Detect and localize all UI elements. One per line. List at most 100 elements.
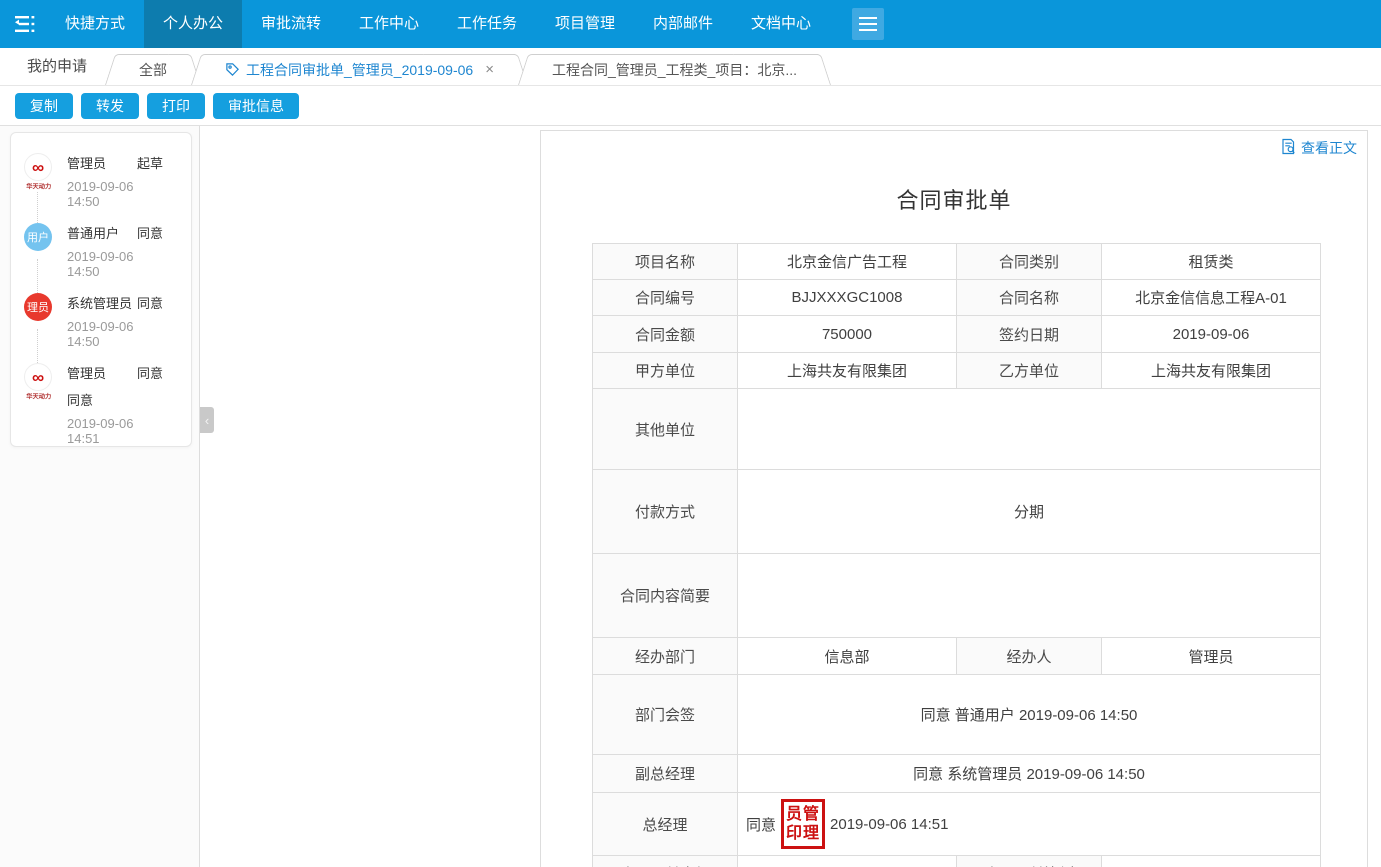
approval-action: 同意: [137, 223, 163, 242]
field-value: [738, 389, 1321, 470]
company-logo-text: 华天动力: [26, 182, 49, 191]
timeline-item: 用户普通用户同意 2019-09-06 14:50: [11, 217, 191, 287]
field-value: 300000: [738, 856, 957, 867]
timeline-item: 理员系统管理员同意2019-09-06 14:50: [11, 287, 191, 357]
approval-stamp: 员管印理: [781, 799, 825, 849]
field-value: 分期: [738, 470, 1321, 554]
field-value: 管理员: [1102, 638, 1321, 675]
open-tabs: 全部 工程合同审批单_管理员_2019-09-06 × 工程合同_管理员_工程类_项目…: [117, 54, 833, 85]
page-title: 我的申请: [27, 55, 87, 76]
table-row: 项目名称北京金信广告工程合同类别租赁类: [593, 244, 1321, 280]
table-row: 合同编号BJJXXXGC1008合同名称北京金信信息工程A-01: [593, 280, 1321, 316]
approval-signature: 同意员管印理2019-09-06 14:51: [746, 799, 1312, 849]
tab-all[interactable]: 全部: [117, 54, 189, 85]
field-label: 项目名称: [593, 244, 738, 280]
field-label: 乙方单位: [957, 353, 1102, 389]
approval-history-pane: ∞华天动力管理员起草2019-09-06 14:50用户普通用户同意2019-0…: [0, 126, 200, 867]
nav-item-internal-mail[interactable]: 内部邮件: [634, 0, 732, 48]
print-button[interactable]: 打印: [147, 93, 205, 119]
timeline-item-header: 系统管理员同意: [67, 293, 163, 312]
contract-approval-table: 项目名称北京金信广告工程合同类别租赁类合同编号BJJXXXGC1008合同名称北…: [592, 243, 1321, 867]
copy-button[interactable]: 复制: [15, 93, 73, 119]
field-label: 经办人: [957, 638, 1102, 675]
timeline-item: ∞华天动力管理员同意同意2019-09-06 14:51: [11, 357, 191, 447]
field-value: 北京金信广告工程: [738, 244, 957, 280]
approval-timeline-card: ∞华天动力管理员起草2019-09-06 14:50用户普通用户同意2019-0…: [10, 132, 192, 447]
field-label: 合同已付金额: [593, 856, 738, 867]
view-body-icon: [1280, 138, 1297, 158]
table-row: 付款方式分期: [593, 470, 1321, 554]
timeline-item: ∞华天动力管理员起草2019-09-06 14:50: [11, 147, 191, 217]
table-row: 部门会签同意 普通用户 2019-09-06 14:50: [593, 675, 1321, 755]
approval-action: 起草: [137, 153, 163, 172]
field-label: 部门会签: [593, 675, 738, 755]
table-row: 总经理同意员管印理2019-09-06 14:51: [593, 793, 1321, 856]
menu-collapse-icon[interactable]: [0, 0, 46, 48]
approval-comment: 同意: [67, 390, 163, 409]
tab-label: 工程合同_管理员_工程类_项目：北京...: [552, 60, 797, 80]
field-value: 同意员管印理2019-09-06 14:51: [738, 793, 1321, 856]
field-label: 合同名称: [957, 280, 1102, 316]
field-label: 合同类别: [957, 244, 1102, 280]
nav-item-work-tasks[interactable]: 工作任务: [438, 0, 536, 48]
tab-contract-approval-form[interactable]: 工程合同审批单_管理员_2019-09-06 ×: [203, 54, 516, 85]
field-label: 合同内容简要: [593, 554, 738, 638]
document-panel: 查看正文 合同审批单 项目名称北京金信广告工程合同类别租赁类合同编号BJJXXX…: [540, 130, 1368, 867]
table-row: 合同已付金额300000合同已付比例30: [593, 856, 1321, 867]
field-label: 甲方单位: [593, 353, 738, 389]
approval-action: 同意: [137, 363, 163, 382]
view-body-link[interactable]: 查看正文: [1280, 138, 1357, 158]
field-label: 签约日期: [957, 316, 1102, 353]
field-value: 信息部: [738, 638, 957, 675]
field-label: 合同已付比例: [957, 856, 1102, 867]
table-row: 甲方单位上海共友有限集团乙方单位上海共友有限集团: [593, 353, 1321, 389]
field-value: 同意 普通用户 2019-09-06 14:50: [738, 675, 1321, 755]
field-value: 750000: [738, 316, 957, 353]
nav-item-approval-flow[interactable]: 审批流转: [242, 0, 340, 48]
collapse-panel-handle[interactable]: ‹: [200, 407, 214, 433]
avatar: ∞华天动力: [23, 153, 53, 192]
tag-icon: [225, 62, 240, 77]
table-row: 其他单位: [593, 389, 1321, 470]
nav-item-personal-office[interactable]: 个人办公: [144, 0, 242, 48]
nav-item-document-center[interactable]: 文档中心: [732, 0, 830, 48]
tab-contract-doc[interactable]: 工程合同_管理员_工程类_项目：北京...: [530, 54, 819, 85]
approver-name: 普通用户: [67, 223, 119, 242]
approval-time: 2019-09-06 14:50: [67, 179, 163, 209]
close-tab-icon[interactable]: ×: [485, 62, 494, 77]
tab-bar: 我的申请 全部 工程合同审批单_管理员_2019-09-06 × 工程合同_管理员_工…: [0, 48, 1381, 86]
field-value: 上海共友有限集团: [1102, 353, 1321, 389]
field-value: 北京金信信息工程A-01: [1102, 280, 1321, 316]
approval-info-button[interactable]: 审批信息: [213, 93, 299, 119]
top-navbar: 快捷方式个人办公审批流转工作中心工作任务项目管理内部邮件文档中心: [0, 0, 1381, 48]
field-value: [738, 554, 1321, 638]
main-menu: 快捷方式个人办公审批流转工作中心工作任务项目管理内部邮件文档中心: [46, 0, 830, 48]
nav-item-shortcuts[interactable]: 快捷方式: [46, 0, 144, 48]
user-avatar: 用户: [24, 223, 52, 251]
field-value: 租赁类: [1102, 244, 1321, 280]
stamp-line: 印理: [784, 824, 822, 843]
avatar: 用户: [23, 223, 53, 251]
forward-button[interactable]: 转发: [81, 93, 139, 119]
company-logo-icon: ∞: [24, 363, 52, 391]
table-row: 副总经理同意 系统管理员 2019-09-06 14:50: [593, 755, 1321, 793]
table-row: 合同金额750000签约日期2019-09-06: [593, 316, 1321, 353]
field-value: BJJXXXGC1008: [738, 280, 957, 316]
approval-action: 同意: [137, 293, 163, 312]
field-label: 付款方式: [593, 470, 738, 554]
company-logo-icon: ∞: [24, 153, 52, 181]
tab-label: 工程合同审批单_管理员_2019-09-06: [246, 60, 473, 80]
approver-name: 管理员: [67, 153, 106, 172]
approval-time: 2019-09-06 14:50: [67, 319, 163, 349]
menu-more-button[interactable]: [852, 8, 884, 40]
table-row: 合同内容简要: [593, 554, 1321, 638]
nav-item-project-management[interactable]: 项目管理: [536, 0, 634, 48]
avatar: ∞华天动力: [23, 363, 53, 402]
approval-time: 2019-09-06 14:50: [67, 249, 163, 279]
field-label: 总经理: [593, 793, 738, 856]
approver-name: 管理员: [67, 363, 106, 382]
field-value: 同意 系统管理员 2019-09-06 14:50: [738, 755, 1321, 793]
view-body-label: 查看正文: [1301, 138, 1357, 158]
approval-action-text: 同意: [746, 814, 776, 835]
nav-item-work-center[interactable]: 工作中心: [340, 0, 438, 48]
